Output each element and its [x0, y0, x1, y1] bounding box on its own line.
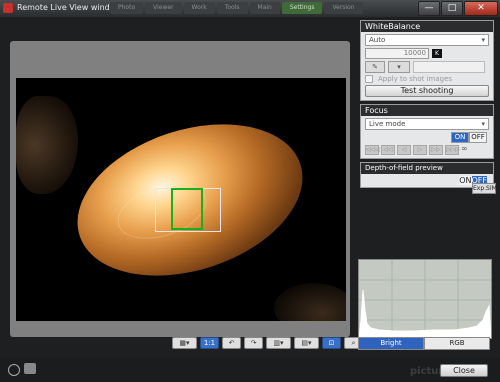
focus-on-button[interactable]: ON: [451, 132, 469, 143]
focus-section: Focus Live mode ON OFF ◁◁◁ ◁◁ ◁ ▷ ▷▷ ▷▷▷…: [360, 104, 494, 159]
window-title: Remote Live View window: [17, 3, 122, 12]
eyedropper-icon[interactable]: ✎: [365, 61, 385, 73]
focus-far-2-button[interactable]: ▷▷: [429, 145, 443, 155]
side-panel: WhiteBalance Auto 10000 K ✎ ▾ Apply to s…: [360, 20, 494, 191]
title-bar: Remote Live View window Photo Viewer Wor…: [0, 0, 500, 17]
view-toolbar: ▦▾ 1:1 ↶ ↷ ▥▾ ▤▾ ⊡ ⌕: [172, 337, 363, 349]
focus-steps: ◁◁◁ ◁◁ ◁ ▷ ▷▷ ▷▷▷ ∞: [365, 145, 489, 155]
bg-tab[interactable]: Viewer: [145, 2, 182, 14]
ratio-button[interactable]: 1:1: [200, 337, 219, 349]
bg-tab[interactable]: Settings: [281, 2, 323, 14]
af-frame[interactable]: [171, 188, 203, 230]
minimize-button[interactable]: —: [418, 1, 440, 16]
bg-tab[interactable]: Photo: [110, 2, 144, 14]
window-controls: — □ ✕: [418, 1, 498, 16]
apply-checkbox[interactable]: [365, 75, 373, 83]
white-balance-section: WhiteBalance Auto 10000 K ✎ ▾ Apply to s…: [360, 20, 494, 101]
tab-bright[interactable]: Bright: [358, 337, 424, 350]
infinity-icon: ∞: [461, 144, 468, 153]
bg-tab[interactable]: Main: [249, 2, 280, 14]
white-balance-select[interactable]: Auto: [365, 34, 489, 46]
overlay-button[interactable]: ▦▾: [172, 337, 197, 349]
focus-near-3-button[interactable]: ◁◁◁: [365, 145, 380, 155]
tab-rgb[interactable]: RGB: [424, 337, 490, 350]
bg-tab[interactable]: Version: [324, 2, 363, 14]
rotate-right-button[interactable]: ↷: [244, 337, 263, 349]
close-button[interactable]: Close: [440, 364, 488, 377]
wb-preset-dropdown[interactable]: ▾: [388, 61, 410, 73]
maximize-button[interactable]: □: [441, 1, 463, 16]
kelvin-button[interactable]: K: [432, 49, 442, 58]
focus-near-2-button[interactable]: ◁◁: [381, 145, 395, 155]
background-taskbar: Photo Viewer Work Tools Main Settings Ve…: [110, 2, 363, 14]
live-view-canvas: [10, 41, 350, 337]
app-icon: [3, 3, 13, 13]
dof-title: Depth-of-field preview: [361, 163, 493, 174]
bg-tab[interactable]: Work: [183, 2, 215, 14]
focus-near-1-button[interactable]: ◁: [397, 145, 411, 155]
focus-off-button[interactable]: OFF: [469, 132, 487, 143]
hand-shadow: [274, 283, 346, 321]
grid-button[interactable]: ▥▾: [266, 337, 291, 349]
settings-icon[interactable]: [8, 364, 20, 376]
focus-toggle: ON OFF: [367, 132, 487, 143]
wb-preset-field: [413, 61, 485, 73]
zoom-fit-button[interactable]: ⊡: [322, 337, 341, 349]
dof-on-button[interactable]: ON: [459, 176, 472, 185]
live-view-image[interactable]: [16, 78, 346, 321]
focus-far-3-button[interactable]: ▷▷▷: [445, 145, 460, 155]
focus-far-1-button[interactable]: ▷: [413, 145, 427, 155]
display-button[interactable]: ▤▾: [294, 337, 319, 349]
exp-sim-badge: Exp.SIM: [472, 183, 497, 194]
dof-toggle: ON OFF: [367, 176, 487, 185]
bg-tab[interactable]: Tools: [216, 2, 248, 14]
apply-label: Apply to shot images: [378, 75, 453, 83]
footer-bar: pictures Close: [0, 358, 500, 382]
close-window-button[interactable]: ✕: [464, 1, 498, 16]
histogram-tabs: Bright RGB: [358, 337, 490, 350]
white-balance-title: WhiteBalance: [361, 21, 493, 32]
test-shooting-button[interactable]: Test shooting: [365, 85, 489, 97]
kelvin-field[interactable]: 10000: [365, 48, 429, 59]
hand-shadow: [16, 96, 78, 194]
focus-mode-select[interactable]: Live mode: [365, 118, 489, 130]
focus-title: Focus: [361, 105, 493, 116]
histogram: [358, 259, 492, 339]
rotate-left-button[interactable]: ↶: [222, 337, 241, 349]
histogram-graph: [359, 260, 491, 338]
live-view-workarea: ▦▾ 1:1 ↶ ↷ ▥▾ ▤▾ ⊡ ⌕ WhiteBalance Auto 1…: [0, 17, 500, 382]
